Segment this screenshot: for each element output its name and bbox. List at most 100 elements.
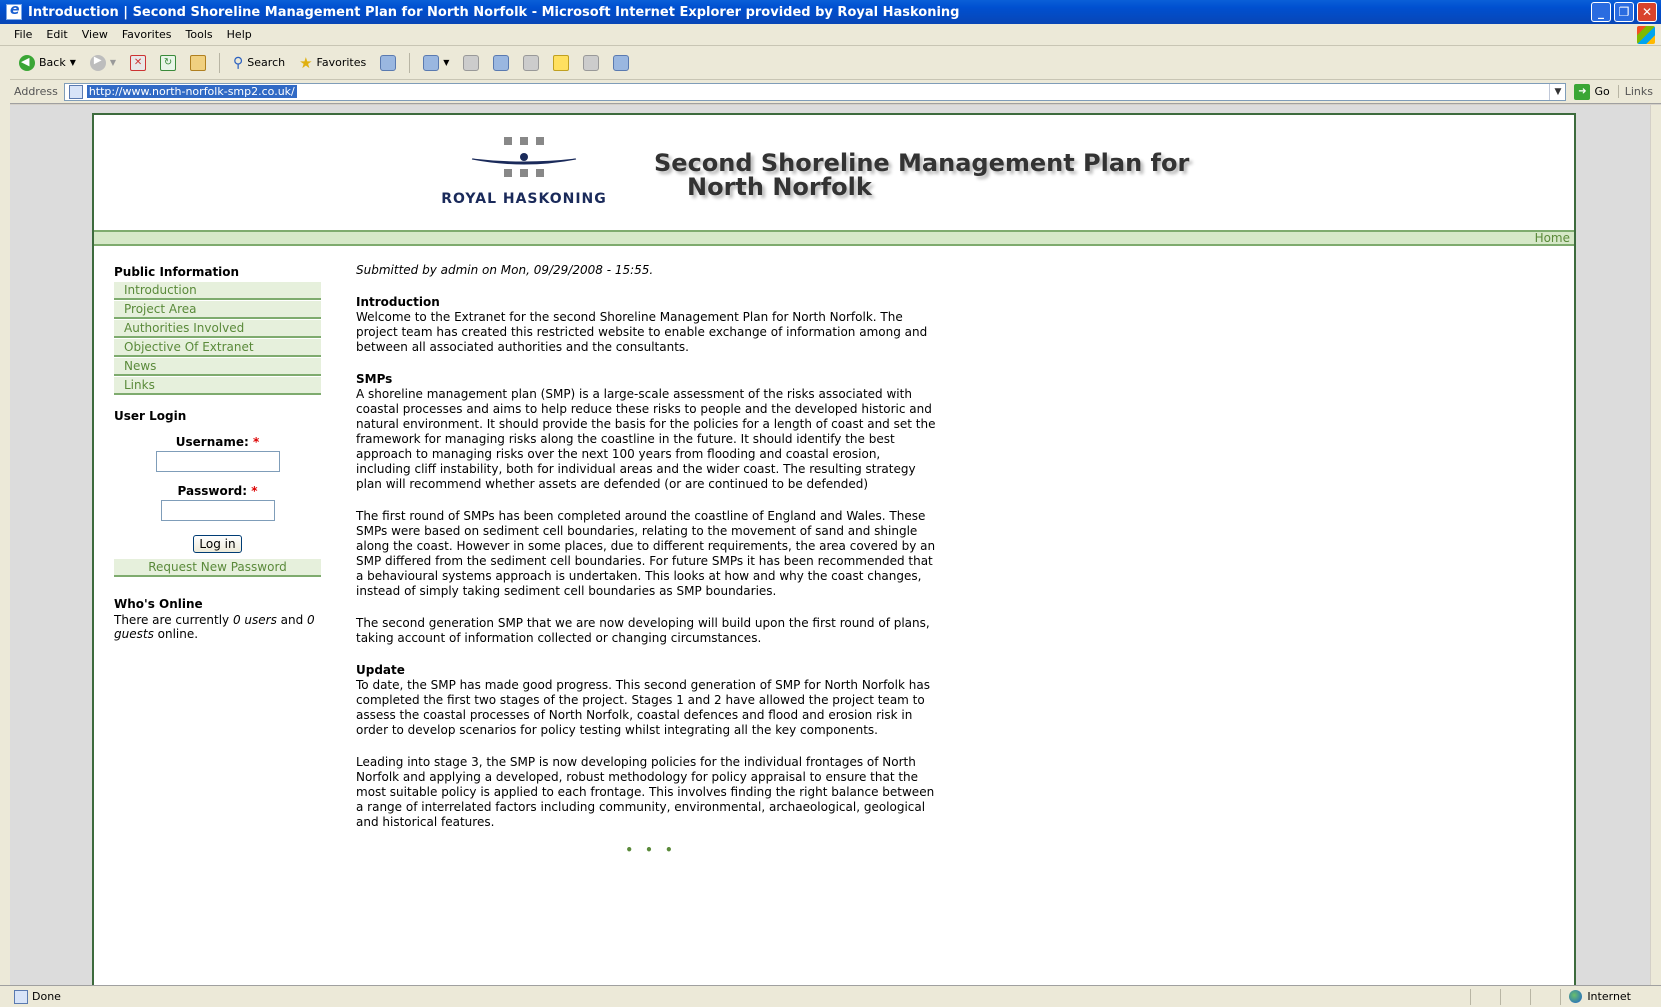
favorites-label: Favorites — [316, 56, 367, 69]
web-page: ROYAL HASKONING Second Shoreline Managem… — [92, 113, 1576, 985]
globe-icon — [1569, 990, 1583, 1003]
search-icon: ⚲ — [233, 54, 244, 71]
stop-icon: ✕ — [130, 54, 147, 71]
links-toolbar[interactable]: Links — [1617, 85, 1653, 98]
address-bar: Address http://www.north-norfolk-smp2.co… — [0, 80, 1661, 104]
print-icon — [463, 54, 480, 71]
page-done-icon — [14, 989, 28, 1004]
mail-button[interactable]: ▼ — [420, 51, 452, 75]
notes-button[interactable] — [550, 51, 572, 75]
required-mark: * — [252, 435, 260, 449]
discuss-icon — [523, 54, 540, 71]
star-icon: ★ — [299, 53, 313, 72]
stop-button[interactable]: ✕ — [127, 51, 149, 75]
nav-bar: Home — [94, 231, 1574, 246]
sidebar-item-project-area[interactable]: Project Area — [114, 300, 321, 319]
status-panel — [1470, 988, 1500, 1005]
home-icon — [190, 54, 207, 71]
history-button[interactable] — [377, 51, 399, 75]
home-link[interactable]: Home — [1535, 231, 1570, 245]
smps-heading: SMPs — [356, 372, 393, 386]
online-and: and — [276, 613, 308, 627]
security-zone: Internet — [1560, 988, 1661, 1005]
menu-view[interactable]: View — [82, 28, 108, 41]
search-button[interactable]: ⚲ Search — [230, 51, 288, 75]
status-text: Done — [32, 990, 61, 1003]
logo-mark-icon — [471, 137, 577, 177]
update-paragraph-1: To date, the SMP has made good progress.… — [356, 678, 930, 737]
zone-label: Internet — [1587, 990, 1631, 1003]
back-label: Back — [39, 56, 66, 69]
browser-viewport: ROYAL HASKONING Second Shoreline Managem… — [10, 105, 1650, 985]
username-label: Username: * — [114, 435, 321, 449]
sidebar-item-news[interactable]: News — [114, 357, 321, 376]
address-label: Address — [14, 85, 58, 98]
site-title-line2: North Norfolk — [687, 173, 872, 201]
online-prefix: There are currently — [114, 613, 233, 627]
status-bar: Done Internet — [0, 985, 1661, 1007]
login-button[interactable]: Log in — [193, 535, 242, 553]
online-suffix: online. — [153, 627, 199, 641]
sidebar-item-objective[interactable]: Objective Of Extranet — [114, 338, 321, 357]
password-label-text: Password: — [177, 484, 248, 498]
menu-tools[interactable]: Tools — [186, 28, 213, 41]
smps-paragraph-3: The second generation SMP that we are no… — [356, 616, 930, 645]
refresh-button[interactable]: ↻ — [157, 51, 179, 75]
research-button[interactable] — [580, 51, 602, 75]
password-input[interactable] — [160, 500, 275, 521]
sidebar-item-links[interactable]: Links — [114, 376, 321, 395]
sidebar-item-authorities[interactable]: Authorities Involved — [114, 319, 321, 338]
address-url[interactable]: http://www.north-norfolk-smp2.co.uk/ — [86, 85, 297, 98]
submitted-info: Submitted by admin on Mon, 09/29/2008 - … — [356, 263, 654, 277]
address-input[interactable]: http://www.north-norfolk-smp2.co.uk/ ▼ — [63, 82, 1567, 101]
forward-arrow-icon — [89, 54, 106, 71]
menu-bar: File Edit View Favorites Tools Help — [0, 24, 1661, 46]
menu-help[interactable]: Help — [227, 28, 252, 41]
public-info-title: Public Information — [114, 265, 240, 279]
scrollbar-region[interactable] — [1651, 105, 1661, 985]
chevron-down-icon[interactable]: ▼ — [1549, 83, 1565, 100]
messenger-button[interactable] — [610, 51, 632, 75]
site-title: Second Shoreline Management Plan for Nor… — [654, 151, 1189, 199]
password-label: Password: * — [114, 484, 321, 498]
chevron-down-icon[interactable]: ▼ — [443, 58, 449, 67]
minimize-button[interactable]: _ — [1591, 2, 1611, 22]
chevron-down-icon[interactable]: ▼ — [110, 58, 116, 67]
go-button[interactable]: ➜ Go — [1574, 83, 1610, 100]
menu-favorites[interactable]: Favorites — [122, 28, 172, 41]
messenger-icon — [613, 54, 630, 71]
go-label: Go — [1594, 85, 1610, 98]
page-icon — [68, 84, 83, 99]
note-icon — [553, 54, 570, 71]
window-titlebar: Introduction | Second Shoreline Manageme… — [0, 0, 1661, 24]
back-button[interactable]: Back ▼ — [16, 51, 79, 75]
print-button[interactable] — [460, 51, 482, 75]
favorites-button[interactable]: ★ Favorites — [296, 51, 369, 75]
menu-file[interactable]: File — [14, 28, 32, 41]
username-input[interactable] — [155, 451, 280, 472]
edit-icon — [493, 54, 510, 71]
whos-online-text: There are currently 0 users and 0 guests… — [114, 613, 321, 641]
restore-button[interactable]: ❐ — [1614, 2, 1634, 22]
online-users: 0 users — [232, 613, 277, 627]
logo-text: ROYAL HASKONING — [441, 191, 607, 207]
smps-paragraph-2: The first round of SMPs has been complet… — [356, 509, 936, 598]
request-password-link[interactable]: Request New Password — [114, 558, 321, 577]
update-heading: Update — [356, 663, 405, 677]
edit-button[interactable] — [490, 51, 512, 75]
research-icon — [583, 54, 600, 71]
smps-paragraph-1: A shoreline management plan (SMP) is a l… — [356, 387, 936, 491]
go-arrow-icon: ➜ — [1574, 83, 1591, 100]
required-mark: * — [251, 484, 258, 498]
royal-haskoning-logo[interactable]: ROYAL HASKONING — [434, 135, 614, 215]
username-label-text: Username: — [175, 435, 249, 449]
close-button[interactable]: ✕ — [1637, 2, 1657, 22]
home-button[interactable] — [187, 51, 209, 75]
sidebar-item-introduction[interactable]: Introduction — [114, 281, 321, 300]
status-panel — [1530, 988, 1560, 1005]
discuss-button[interactable] — [520, 51, 542, 75]
window-left-edge — [0, 46, 10, 986]
chevron-down-icon[interactable]: ▼ — [70, 58, 76, 67]
forward-button[interactable]: ▼ — [87, 51, 119, 75]
menu-edit[interactable]: Edit — [46, 28, 67, 41]
